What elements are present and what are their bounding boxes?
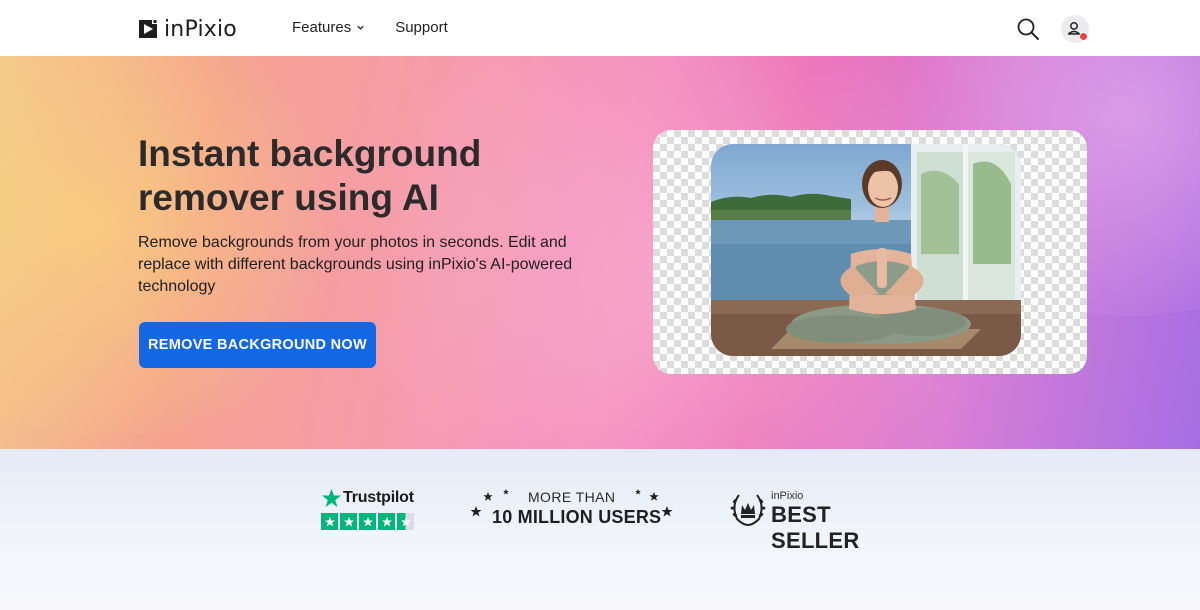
users-count-badge: MORE THAN 10 MILLION USERS [470,489,674,531]
rating-star-icon [359,513,376,530]
yoga-woman-photo [711,144,1021,356]
users-count: 10 MILLION USERS [492,507,662,527]
hero-title: Instant background remover using AI [138,133,482,218]
rating-star-icon [321,513,338,530]
nav-item-support[interactable]: Support [395,19,448,36]
search-button[interactable] [1014,15,1042,43]
laurel-crown-icon [730,494,766,526]
brand-name: inPixio [164,16,237,42]
search-icon [1017,18,1039,40]
users-prefix: MORE THAN [528,489,616,505]
hero-section: Instant background remover using AI Remo… [0,56,1200,449]
rating-star-icon [340,513,357,530]
nav-item-features[interactable]: Features [292,19,365,36]
seller-brand: inPixio [771,490,804,502]
yoga-scene-illustration [711,144,1021,356]
chevron-down-icon [357,25,364,30]
trustpilot-star-icon [321,488,342,508]
notification-dot [1079,32,1088,41]
rating-star-icon [378,513,395,530]
best-seller-badge: inPixio BEST SELLER [729,489,909,553]
nav-item-label: Support [395,19,448,36]
inpixio-logo-icon [139,19,158,38]
best-seller-label: BEST SELLER [771,502,860,553]
trustpilot-label: Trustpilot [343,489,414,506]
inpixio-logo[interactable]: inPixio [138,16,237,42]
trustpilot-rating [321,513,416,530]
trust-bar: Trustpilot MORE THAN 10 MILLION USERS in… [0,449,1200,610]
nav-item-label: Features [292,19,352,36]
account-button[interactable] [1061,15,1089,43]
site-header: inPixio Features Support [0,0,1200,56]
hero-subtitle: Remove backgrounds from your photos in s… [138,234,573,295]
main-nav: Features Support [292,19,448,36]
remove-background-button[interactable]: REMOVE BACKGROUND NOW [139,322,376,368]
hero-image-card [653,130,1087,374]
trustpilot-badge[interactable]: Trustpilot [321,488,416,530]
half-rating-star-icon [397,513,414,530]
